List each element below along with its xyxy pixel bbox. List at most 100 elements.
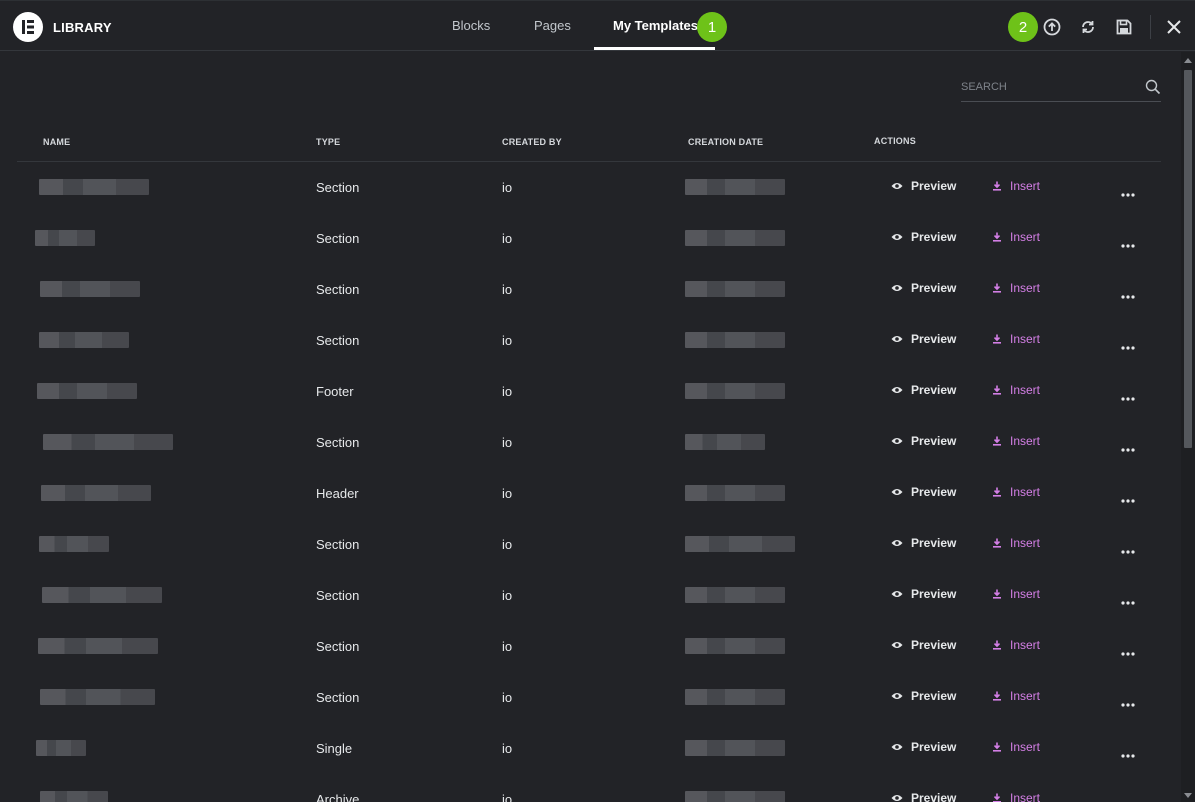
insert-button[interactable]: Insert <box>992 740 1040 754</box>
more-options-icon[interactable] <box>1121 541 1135 559</box>
preview-button[interactable]: Preview <box>891 332 956 346</box>
insert-label: Insert <box>1010 689 1041 703</box>
more-options-icon[interactable] <box>1121 643 1135 661</box>
template-created-by: io <box>502 639 513 654</box>
import-template-icon[interactable] <box>1042 17 1062 37</box>
column-creation-date: CREATION DATE <box>688 137 764 147</box>
preview-button[interactable]: Preview <box>891 485 956 499</box>
scroll-down-arrow[interactable] <box>1184 793 1192 798</box>
header-divider <box>1150 15 1151 39</box>
redacted-creation-date <box>685 689 785 705</box>
template-type: Section <box>316 639 360 654</box>
table-header: NAME TYPE CREATED BY CREATION DATE ACTIO… <box>17 126 1161 162</box>
redacted-template-name <box>42 587 162 603</box>
download-icon <box>992 232 1002 242</box>
preview-button[interactable]: Preview <box>891 383 956 397</box>
redacted-template-name <box>40 791 108 802</box>
preview-button[interactable]: Preview <box>891 791 956 802</box>
more-options-icon[interactable] <box>1121 745 1135 763</box>
tab-my-templates[interactable]: My Templates <box>613 18 698 33</box>
preview-button[interactable]: Preview <box>891 179 956 193</box>
redacted-template-name <box>37 383 137 399</box>
insert-button[interactable]: Insert <box>992 179 1040 193</box>
insert-button[interactable]: Insert <box>992 485 1040 499</box>
redacted-creation-date <box>685 638 785 654</box>
eye-icon <box>891 742 903 752</box>
eye-icon <box>891 691 903 701</box>
more-options-icon[interactable] <box>1121 337 1135 355</box>
table-row: Header io Preview Insert <box>0 468 1181 519</box>
preview-button[interactable]: Preview <box>891 230 956 244</box>
preview-button[interactable]: Preview <box>891 689 956 703</box>
insert-label: Insert <box>1010 485 1041 499</box>
preview-button[interactable]: Preview <box>891 638 956 652</box>
download-icon <box>992 487 1002 497</box>
scrollbar[interactable] <box>1181 52 1195 802</box>
preview-button[interactable]: Preview <box>891 536 956 550</box>
eye-icon <box>891 385 903 395</box>
table-row: Archive io Preview Insert <box>0 774 1181 802</box>
scroll-thumb[interactable] <box>1184 70 1192 448</box>
more-options-icon[interactable] <box>1121 796 1135 802</box>
more-options-icon[interactable] <box>1121 694 1135 712</box>
redacted-creation-date <box>685 383 785 399</box>
redacted-creation-date <box>685 485 785 501</box>
insert-button[interactable]: Insert <box>992 689 1040 703</box>
close-icon[interactable] <box>1164 17 1184 37</box>
redacted-template-name <box>36 740 86 756</box>
tab-blocks[interactable]: Blocks <box>452 18 490 33</box>
more-options-icon[interactable] <box>1121 439 1135 457</box>
template-type: Header <box>316 486 359 501</box>
eye-icon <box>891 181 903 191</box>
more-options-icon[interactable] <box>1121 388 1135 406</box>
more-options-icon[interactable] <box>1121 490 1135 508</box>
preview-label: Preview <box>911 383 957 397</box>
sync-icon[interactable] <box>1078 17 1098 37</box>
download-icon <box>992 385 1002 395</box>
table-row: Footer io Preview Insert <box>0 366 1181 417</box>
insert-button[interactable]: Insert <box>992 638 1040 652</box>
save-icon[interactable] <box>1114 17 1134 37</box>
insert-button[interactable]: Insert <box>992 383 1040 397</box>
more-options-icon[interactable] <box>1121 184 1135 202</box>
insert-button[interactable]: Insert <box>992 791 1040 802</box>
template-type: Section <box>316 282 360 297</box>
step-badge-1: 1 <box>697 12 727 42</box>
eye-icon <box>891 283 903 293</box>
library-header: LIBRARY Blocks Pages My Templates 1 2 <box>0 0 1195 51</box>
table-row: Section io Preview Insert <box>0 213 1181 264</box>
insert-button[interactable]: Insert <box>992 230 1040 244</box>
preview-button[interactable]: Preview <box>891 740 956 754</box>
insert-label: Insert <box>1010 740 1041 754</box>
eye-icon <box>891 232 903 242</box>
download-icon <box>992 436 1002 446</box>
more-options-icon[interactable] <box>1121 592 1135 610</box>
redacted-creation-date <box>685 434 765 450</box>
search-field[interactable] <box>961 77 1161 102</box>
preview-button[interactable]: Preview <box>891 587 956 601</box>
tab-pages[interactable]: Pages <box>534 18 571 33</box>
template-created-by: io <box>502 486 513 501</box>
search-input[interactable] <box>961 77 1141 97</box>
insert-button[interactable]: Insert <box>992 587 1040 601</box>
insert-button[interactable]: Insert <box>992 536 1040 550</box>
preview-button[interactable]: Preview <box>891 434 956 448</box>
insert-button[interactable]: Insert <box>992 281 1040 295</box>
download-icon <box>992 538 1002 548</box>
insert-label: Insert <box>1010 383 1041 397</box>
scroll-up-arrow[interactable] <box>1184 58 1192 63</box>
table-row: Section io Preview Insert <box>0 621 1181 672</box>
insert-button[interactable]: Insert <box>992 434 1040 448</box>
template-type: Footer <box>316 384 354 399</box>
search-icon[interactable] <box>1145 79 1161 100</box>
more-options-icon[interactable] <box>1121 286 1135 304</box>
preview-label: Preview <box>911 587 957 601</box>
redacted-template-name <box>35 230 95 246</box>
step-badge-2: 2 <box>1008 12 1038 42</box>
preview-button[interactable]: Preview <box>891 281 956 295</box>
insert-button[interactable]: Insert <box>992 332 1040 346</box>
table-row: Section io Preview Insert <box>0 417 1181 468</box>
preview-label: Preview <box>911 536 957 550</box>
more-options-icon[interactable] <box>1121 235 1135 253</box>
redacted-creation-date <box>685 230 785 246</box>
